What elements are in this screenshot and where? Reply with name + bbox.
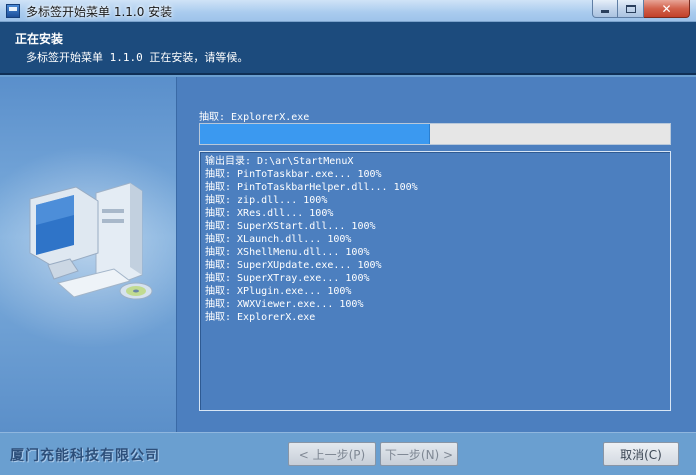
current-file-label: 抽取: ExplorerX.exe (199, 112, 310, 123)
computer-illustration-icon (29, 182, 153, 300)
installer-footer: 厦门充能科技有限公司 < 上一步(P) 下一步(N) > 取消(C) (0, 432, 696, 475)
log-line: 抽取: XWXViewer.exe... 100% (205, 299, 364, 310)
back-button[interactable]: < 上一步(P) (288, 442, 376, 466)
header-title: 正在安装 (15, 32, 64, 46)
next-button[interactable]: 下一步(N) > (380, 442, 458, 466)
install-progress-bar (199, 123, 671, 145)
log-line: 抽取: PinToTaskbar.exe... 100% (205, 169, 382, 180)
installer-header: 正在安装 多标签开始菜单 1.1.0 正在安装，请等候。 (0, 22, 696, 75)
maximize-icon (625, 4, 636, 13)
progress-fill (200, 124, 431, 144)
close-icon: ✕ (661, 1, 672, 16)
cancel-button[interactable]: 取消(C) (603, 442, 679, 466)
log-line: 输出目录: D:\ar\StartMenuX (205, 156, 354, 167)
log-line: 抽取: ExplorerX.exe (205, 312, 316, 323)
log-line: 抽取: zip.dll... 100% (205, 195, 328, 206)
minimize-icon (601, 10, 609, 13)
installer-body: 抽取: ExplorerX.exe 输出目录: D:\ar\StartMenuX… (0, 77, 696, 432)
minimize-button[interactable] (592, 0, 618, 18)
header-subtitle: 多标签开始菜单 1.1.0 正在安装，请等候。 (26, 51, 249, 64)
log-line: 抽取: PinToTaskbarHelper.dll... 100% (205, 182, 418, 193)
install-log[interactable]: 输出目录: D:\ar\StartMenuX 抽取: PinToTaskbar.e… (199, 151, 671, 411)
company-brand: 厦门充能科技有限公司 (10, 448, 160, 464)
progress-panel: 抽取: ExplorerX.exe 输出目录: D:\ar\StartMenuX… (176, 77, 696, 432)
log-line: 抽取: SuperXUpdate.exe... 100% (205, 260, 382, 271)
window-title: 多标签开始菜单 1.1.0 安装 (26, 5, 173, 19)
window-controls: ✕ (592, 0, 690, 18)
log-line: 抽取: XRes.dll... 100% (205, 208, 334, 219)
log-line: 抽取: SuperXStart.dll... 100% (205, 221, 376, 232)
sidebar-illustration-panel (0, 77, 176, 432)
installer-icon (6, 4, 20, 18)
log-line: 抽取: XPlugin.exe... 100% (205, 286, 352, 297)
log-line: 抽取: XLaunch.dll... 100% (205, 234, 352, 245)
close-button[interactable]: ✕ (644, 0, 690, 18)
log-line: 抽取: XShellMenu.dll... 100% (205, 247, 370, 258)
log-line: 抽取: SuperXTray.exe... 100% (205, 273, 370, 284)
maximize-button[interactable] (618, 0, 644, 18)
title-bar[interactable]: 多标签开始菜单 1.1.0 安装 ✕ (0, 0, 696, 22)
